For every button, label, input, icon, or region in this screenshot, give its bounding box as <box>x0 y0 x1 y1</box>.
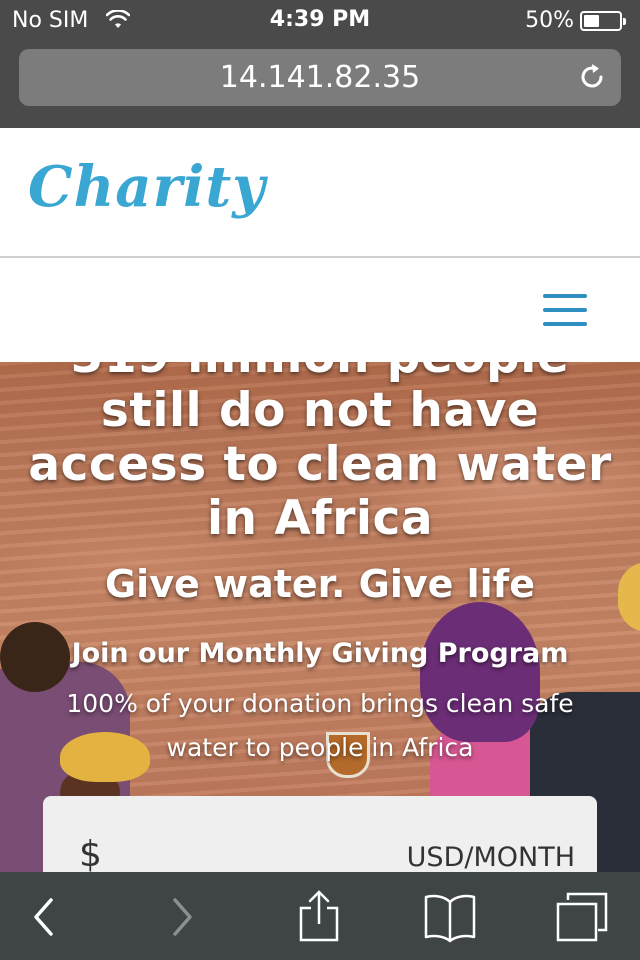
site-nav-bar <box>0 260 640 362</box>
hero-tagline: Give water. Give life <box>104 562 535 606</box>
address-bar[interactable]: 14.141.82.35 <box>19 49 621 106</box>
chevron-right-icon <box>173 898 192 936</box>
browser-top-chrome: No SIM 4:39 PM 50% 14.141.82.35 <box>0 0 640 128</box>
currency-symbol: $ <box>79 834 102 875</box>
bookmarks-button[interactable] <box>420 890 480 944</box>
status-bar: No SIM 4:39 PM 50% <box>0 0 640 40</box>
book-icon <box>424 894 476 943</box>
battery-level <box>584 15 599 27</box>
hero-headline: 319 million people still do not have acc… <box>28 362 612 546</box>
browser-toolbar <box>0 872 640 960</box>
tabs-icon <box>556 892 608 942</box>
hero-description: 100% of your donation brings clean safe … <box>66 689 574 762</box>
share-icon <box>299 890 339 942</box>
donation-unit-label: USD/MONTH <box>406 842 575 873</box>
tabs-button[interactable] <box>552 890 612 944</box>
chevron-left-icon <box>34 898 53 936</box>
share-button[interactable] <box>289 890 349 944</box>
hamburger-menu-icon[interactable] <box>540 294 590 328</box>
battery-percent: 50% <box>525 8 574 33</box>
back-button[interactable] <box>14 890 74 944</box>
reload-icon[interactable] <box>577 62 607 92</box>
site-header: Charity <box>0 128 640 258</box>
address-bar-url[interactable]: 14.141.82.35 <box>19 60 621 95</box>
battery-icon <box>580 11 626 31</box>
site-logo[interactable]: Charity <box>28 154 266 220</box>
hero-subheading: Join our Monthly Giving Program <box>71 638 569 669</box>
forward-button[interactable] <box>152 890 212 944</box>
